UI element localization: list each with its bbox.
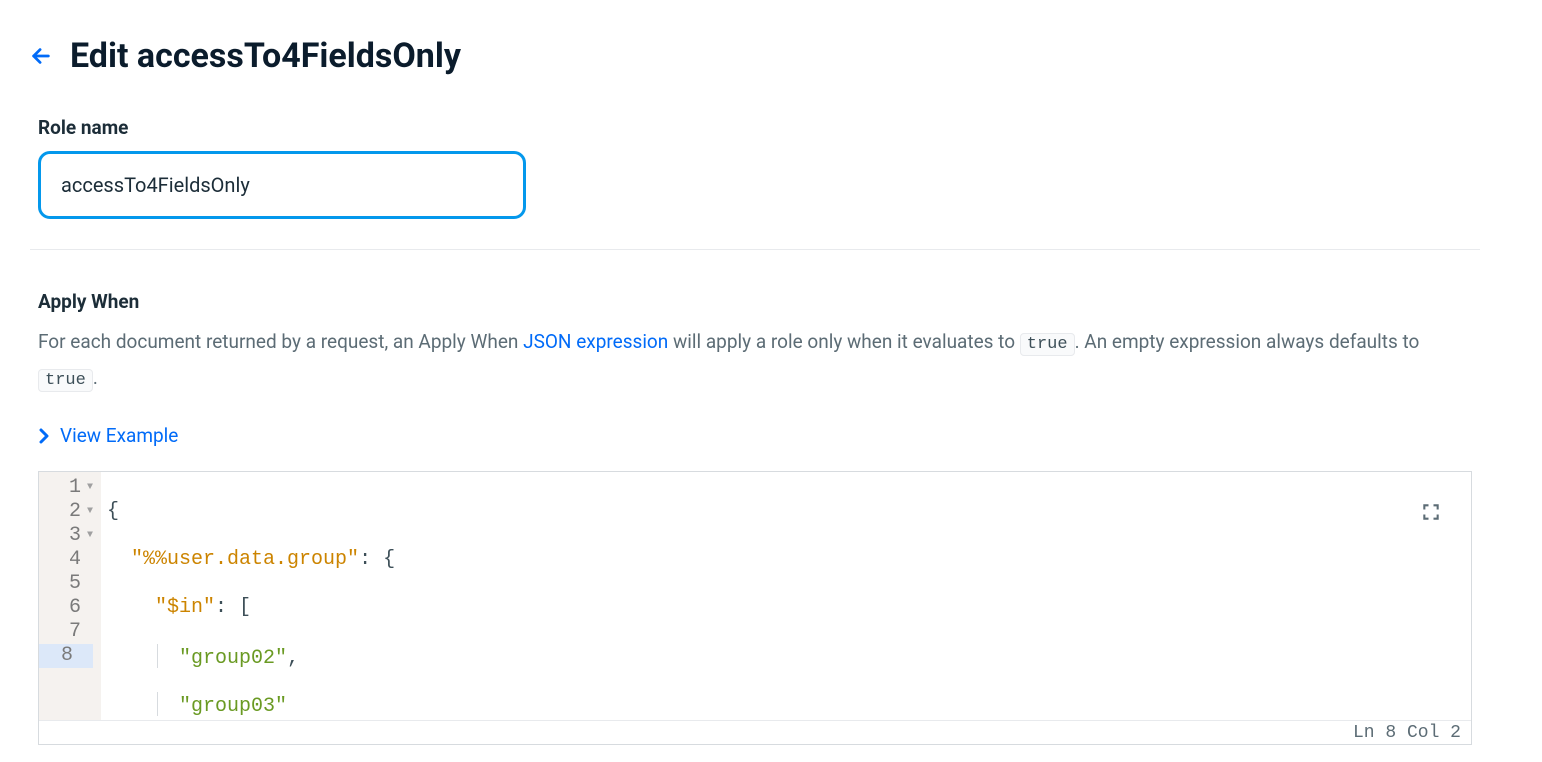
divider — [30, 249, 1480, 250]
desc-text: . An empty expression always defaults to — [1075, 330, 1420, 353]
code-true: true — [38, 369, 93, 392]
chevron-right-icon — [38, 428, 50, 444]
page-title: Edit accessTo4FieldsOnly — [70, 36, 461, 76]
code-true: true — [1020, 333, 1075, 356]
cursor-position: Ln 8 Col 2 — [1353, 723, 1461, 743]
expand-icon[interactable] — [1421, 502, 1441, 530]
code-editor[interactable]: 1▼ 2▼ 3▼ 4 5 6 7 8 { "%%user.data.group"… — [38, 471, 1472, 745]
apply-when-heading: Apply When — [38, 290, 1472, 313]
apply-when-description: For each document returned by a request,… — [38, 325, 1472, 396]
editor-content[interactable]: { "%%user.data.group": { "$in": [ "group… — [101, 472, 1471, 720]
editor-gutter: 1▼ 2▼ 3▼ 4 5 6 7 8 — [39, 472, 101, 720]
desc-text: For each document returned by a request,… — [38, 330, 523, 353]
back-arrow-icon[interactable] — [30, 45, 52, 67]
desc-text: will apply a role only when it evaluates… — [668, 330, 1020, 353]
view-example-toggle[interactable]: View Example — [38, 424, 178, 447]
editor-status-bar: Ln 8 Col 2 — [39, 720, 1471, 744]
json-expression-link[interactable]: JSON expression — [523, 330, 668, 353]
view-example-label: View Example — [60, 424, 178, 447]
role-name-input[interactable] — [38, 151, 526, 219]
page-header: Edit accessTo4FieldsOnly — [30, 36, 1480, 76]
desc-text: . — [93, 366, 98, 389]
role-name-label: Role name — [38, 116, 1472, 139]
